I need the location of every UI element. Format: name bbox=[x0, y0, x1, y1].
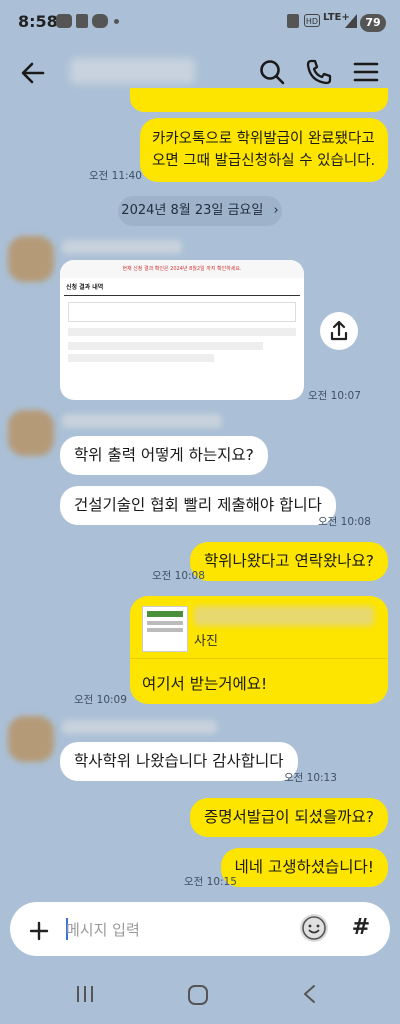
screenshot-table bbox=[68, 302, 296, 322]
system-nav-bar bbox=[0, 964, 400, 1024]
screenshot-section-title: 신청 결과 내역 bbox=[64, 278, 300, 296]
signal-icon bbox=[345, 14, 357, 28]
image-attachment[interactable]: 현재 신청 결과 확인은 2024년 8월2일 까지 확인하세요. 신청 결과 … bbox=[60, 260, 304, 400]
message-line: 오면 그때 발급신청하실 수 있습니다. bbox=[152, 153, 376, 169]
date-divider[interactable]: 2024년 8월 23일 금요일 › bbox=[118, 196, 282, 226]
back-arrow-icon bbox=[21, 62, 45, 84]
photo-label: 사진 bbox=[194, 634, 218, 649]
thumbnail-line bbox=[147, 628, 183, 632]
message-time: 오전 10:08 bbox=[152, 570, 205, 582]
status-bar: 8:58 HD LTE+ 79 bbox=[0, 0, 400, 44]
message-input[interactable]: 메시지 입력 bbox=[66, 919, 140, 940]
message-bubble: 학위 출력 어떻게 하는지요? bbox=[60, 436, 268, 475]
search-icon bbox=[260, 60, 285, 85]
message-line: 카카오톡으로 학위발급이 완료됐다고 bbox=[152, 131, 375, 147]
screenshot-text-line bbox=[68, 342, 264, 350]
call-button[interactable] bbox=[303, 56, 335, 88]
message-text: 여기서 받는거에요! bbox=[142, 675, 268, 693]
menu-button[interactable] bbox=[350, 56, 382, 88]
message-time: 오전 10:09 bbox=[74, 694, 127, 706]
link-title bbox=[194, 606, 374, 626]
photo-thumbnail bbox=[142, 606, 188, 652]
avatar[interactable] bbox=[8, 716, 54, 762]
message-time: 오전 11:40 bbox=[89, 170, 142, 182]
mute-icon bbox=[287, 14, 299, 28]
share-button[interactable] bbox=[320, 312, 358, 350]
avatar[interactable] bbox=[8, 236, 54, 282]
hashtag-icon: # bbox=[351, 915, 371, 940]
phone-icon bbox=[306, 59, 332, 85]
cloud-icon bbox=[92, 14, 108, 28]
battery-indicator: 79 bbox=[360, 14, 386, 32]
sender-name bbox=[62, 240, 182, 254]
message-bubble: 학위나왔다고 연락왔나요? bbox=[189, 542, 388, 581]
chat-title bbox=[70, 58, 195, 84]
emoji-icon bbox=[302, 916, 326, 940]
message-time: 오전 10:07 bbox=[308, 390, 361, 402]
chevron-right-icon: › bbox=[273, 203, 279, 218]
share-icon bbox=[330, 320, 348, 341]
back-nav-icon[interactable] bbox=[300, 984, 320, 1004]
divider bbox=[130, 658, 388, 659]
thumbnail-line bbox=[147, 621, 183, 625]
screenshot-text-line bbox=[68, 354, 215, 362]
message-time: 오전 10:08 bbox=[318, 516, 371, 528]
back-button[interactable] bbox=[16, 56, 50, 90]
message-bubble: 학사학위 나왔습니다 감사합니다 bbox=[60, 742, 298, 781]
date-divider-label: 2024년 8월 23일 금요일 bbox=[121, 203, 264, 218]
message-bubble: 증명서발급이 되셨을까요? bbox=[189, 798, 388, 837]
dot-icon bbox=[114, 19, 119, 24]
message-bubble: 카카오톡으로 학위발급이 완료됐다고 오면 그때 발급신청하실 수 있습니다. bbox=[140, 118, 388, 182]
menu-icon bbox=[353, 62, 379, 82]
screenshot-text-line bbox=[68, 328, 296, 336]
emoji-button[interactable] bbox=[300, 914, 328, 942]
attach-button[interactable] bbox=[22, 914, 56, 948]
photo-link-bubble[interactable]: 사진 여기서 받는거에요! bbox=[130, 596, 388, 704]
screenshot-header: 현재 신청 결과 확인은 2024년 8월2일 까지 확인하세요. bbox=[60, 260, 304, 278]
hashtag-button[interactable]: # bbox=[343, 910, 379, 946]
message-time: 오전 10:15 bbox=[184, 876, 237, 888]
message-bubble: 네네 고생하셨습니다! bbox=[220, 848, 388, 887]
message-bubble-clipped bbox=[130, 88, 388, 112]
message-bubble: 건설기술인 협회 빨리 제출해야 합니다 bbox=[60, 486, 336, 525]
sender-name bbox=[62, 414, 222, 428]
recent-apps-icon[interactable] bbox=[74, 984, 96, 1004]
search-button[interactable] bbox=[256, 56, 288, 88]
home-icon[interactable] bbox=[187, 984, 209, 1006]
thumbnail-bar bbox=[147, 611, 183, 617]
plus-icon bbox=[29, 921, 49, 941]
sender-name bbox=[62, 720, 217, 734]
notification-icon bbox=[76, 14, 88, 28]
talk-notification-icon bbox=[56, 14, 72, 28]
status-time: 8:58 bbox=[18, 12, 58, 31]
avatar[interactable] bbox=[8, 410, 54, 456]
hd-icon: HD bbox=[304, 14, 320, 27]
message-time: 오전 10:13 bbox=[284, 772, 337, 784]
